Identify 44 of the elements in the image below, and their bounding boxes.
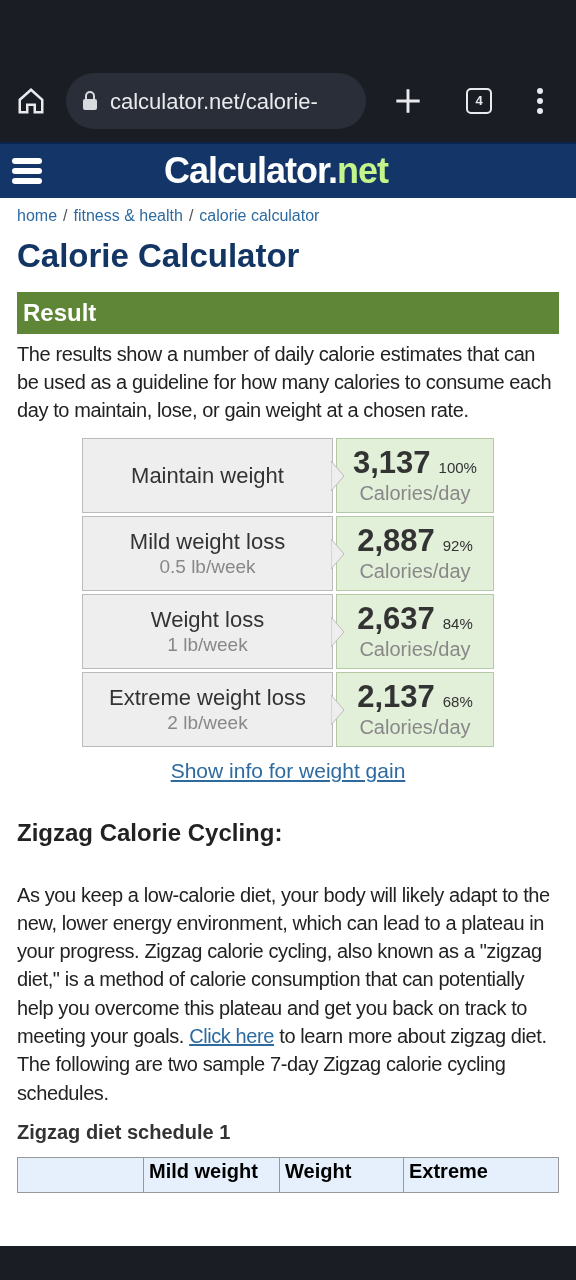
percent-value: 92% (442, 535, 473, 556)
calorie-value: 3,137 (353, 445, 431, 480)
section-heading: Zigzag Calorie Cycling: (17, 817, 284, 848)
breadcrumb-link[interactable]: calorie calculator (199, 204, 320, 228)
table-header-cell: Extreme (403, 1157, 558, 1192)
goal-label: Weight loss (150, 606, 265, 633)
click-here-link[interactable]: Click here (189, 1025, 275, 1047)
result-intro: The results show a number of daily calorie estimates that can be used as a guideline for how many calories to consume each day to maintain, lose, or gain weight at a chosen rate. (17, 342, 553, 423)
goal-label: Mild weight loss (129, 528, 286, 555)
plus-icon[interactable] (394, 87, 422, 115)
percent-value: 68% (442, 691, 473, 712)
home-icon[interactable] (16, 86, 46, 116)
weight-gain-link[interactable]: Show info for weight gain (170, 755, 406, 787)
address-bar[interactable]: calculator.net/calorie- (66, 73, 366, 129)
more-options-icon[interactable] (536, 88, 544, 114)
separator: / (63, 206, 68, 226)
breadcrumb-link[interactable]: home (17, 204, 58, 228)
tab-count-button[interactable]: 4 (466, 88, 492, 114)
menu-icon[interactable] (12, 158, 42, 184)
site-logo[interactable]: Calculator.net (164, 153, 389, 189)
rate-label: 1 lb/week (167, 633, 248, 657)
goal-label: Extreme weight loss (109, 684, 306, 711)
goal-label: Maintain weight (131, 462, 284, 489)
schedule-title: Zigzag diet schedule 1 (17, 1119, 232, 1145)
calorie-unit: Calories/day (359, 636, 471, 662)
rate-label: 2 lb/week (167, 711, 248, 735)
zigzag-paragraph: As you keep a low-calorie diet, your body will likely adapt to the new, lower energy environment, which can lead to a plateau in your progress. Zigzag calorie cycling, also known as a "zigzag diet," is a method of calorie consumption that can potentially help you overcome this plateau and get you back on track to meeting your goals. Click here to learn more about zigzag diet. The following are two sample 7-day Zigzag calorie cycling schedules. (17, 882, 551, 1106)
table-header-cell: Mild weight (143, 1157, 279, 1192)
calorie-value: 2,887 (357, 523, 435, 558)
rate-label: 0.5 lb/week (159, 555, 256, 579)
percent-value: 84% (442, 613, 473, 634)
calorie-unit: Calories/day (359, 480, 471, 506)
page-title: Calorie Calculator (17, 236, 301, 276)
breadcrumb-link[interactable]: fitness & health (73, 204, 183, 228)
calorie-value: 2,137 (357, 679, 435, 714)
calorie-unit: Calories/day (359, 714, 471, 740)
url-text: calculator.net/calorie- (110, 87, 318, 116)
separator: / (188, 206, 194, 226)
percent-value: 100% (438, 457, 477, 478)
calorie-unit: Calories/day (359, 558, 471, 584)
table-header-cell: Weight (279, 1157, 403, 1192)
calorie-value: 2,637 (357, 601, 435, 636)
lock-icon (82, 91, 98, 111)
result-heading: Result (17, 292, 559, 334)
